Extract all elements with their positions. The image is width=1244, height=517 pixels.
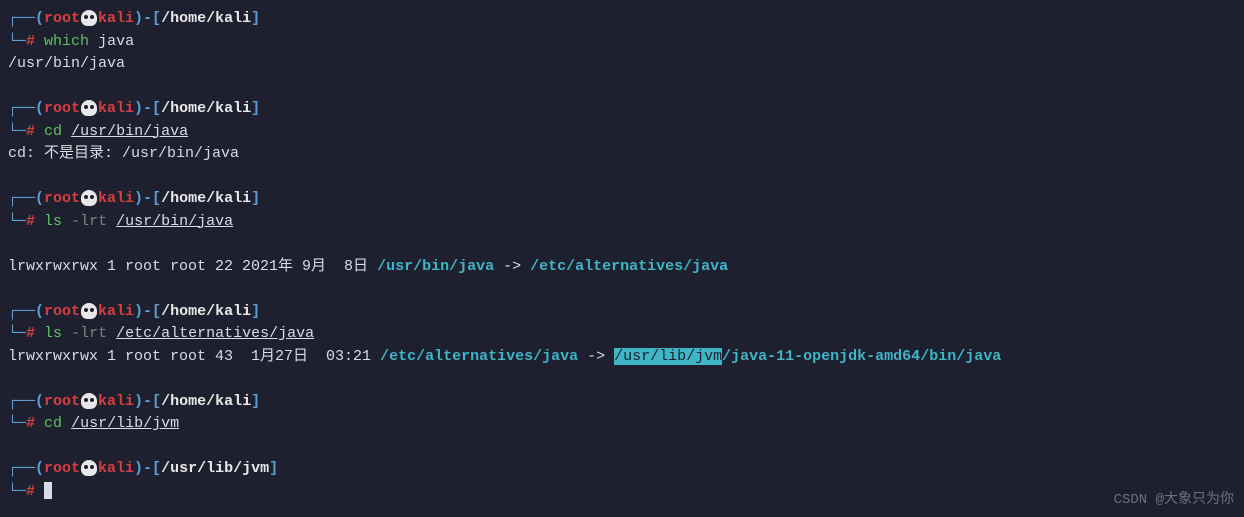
prompt-line: ┌──(rootkali)-[/home/kali] — [8, 98, 1236, 121]
output: lrwxrwxrwx 1 root root 43 1月27日 03:21 /e… — [8, 346, 1236, 369]
prompt-line: ┌──(rootkali)-[/home/kali] — [8, 8, 1236, 31]
command-line[interactable]: └─# cd /usr/bin/java — [8, 121, 1236, 144]
skull-icon — [81, 393, 97, 409]
cursor — [44, 482, 52, 499]
skull-icon — [81, 10, 97, 26]
command-line[interactable]: └─# — [8, 481, 1236, 504]
output: /usr/bin/java — [8, 53, 1236, 76]
skull-icon — [81, 460, 97, 476]
prompt-line: ┌──(rootkali)-[/home/kali] — [8, 301, 1236, 324]
skull-icon — [81, 190, 97, 206]
skull-icon — [81, 100, 97, 116]
command-line[interactable]: └─# which java — [8, 31, 1236, 54]
prompt-line: ┌──(rootkali)-[/usr/lib/jvm] — [8, 458, 1236, 481]
prompt-line: ┌──(rootkali)-[/home/kali] — [8, 188, 1236, 211]
output: cd: 不是目录: /usr/bin/java — [8, 143, 1236, 166]
skull-icon — [81, 303, 97, 319]
command-line[interactable]: └─# ls -lrt /etc/alternatives/java — [8, 323, 1236, 346]
command-line[interactable]: └─# ls -lrt /usr/bin/java — [8, 211, 1236, 234]
watermark: CSDN @大象只为你 — [1114, 490, 1234, 511]
output: lrwxrwxrwx 1 root root 22 2021年 9月 8日 /u… — [8, 256, 1236, 279]
prompt-line: ┌──(rootkali)-[/home/kali] — [8, 391, 1236, 414]
highlighted-path: /usr/lib/jvm — [614, 348, 722, 365]
command-line[interactable]: └─# cd /usr/lib/jvm — [8, 413, 1236, 436]
